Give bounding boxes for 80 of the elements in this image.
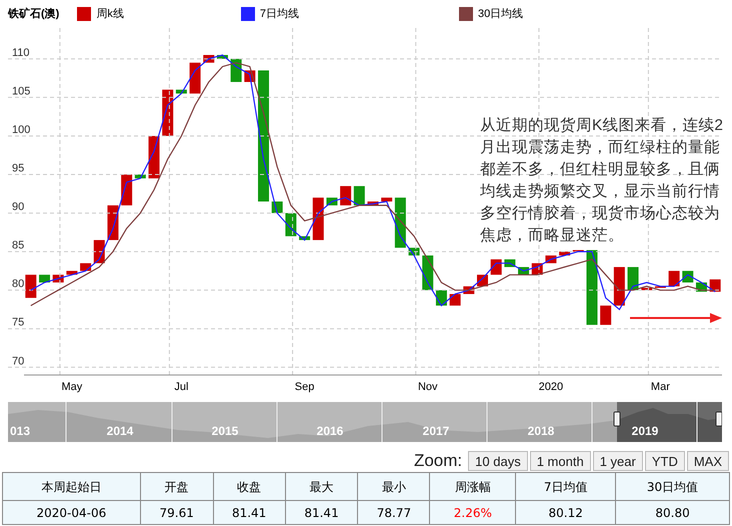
x-axis-label: Nov — [418, 381, 438, 393]
table-cell: 80.12 — [516, 500, 616, 524]
candlestick — [190, 62, 201, 94]
candlestick — [394, 198, 406, 248]
y-axis-label: 110 — [12, 46, 30, 59]
column-header: 7日均值 — [516, 472, 616, 500]
y-axis-label: 105 — [12, 85, 30, 98]
x-axis-label: 2020 — [538, 381, 564, 393]
zoom-button[interactable]: 10 days — [468, 451, 528, 471]
candlestick — [66, 270, 78, 275]
candlestick — [450, 294, 461, 306]
y-axis-label: 70 — [12, 355, 24, 368]
x-axis-label: May — [62, 381, 82, 393]
range-navigator[interactable]: 013 2014 2015 2016 2017 2018 2019 — [8, 402, 722, 442]
column-header: 本周起始日 — [2, 472, 140, 500]
y-axis-label: 85 — [12, 240, 24, 252]
table-cell: 78.77 — [358, 500, 430, 524]
table-cell: 79.61 — [140, 500, 214, 524]
candlestick — [381, 198, 392, 202]
range-handle[interactable] — [716, 412, 722, 426]
candlestick — [572, 250, 584, 252]
zoom-button[interactable]: 1 month — [530, 451, 591, 471]
candlestick — [614, 267, 625, 306]
candlestick — [354, 186, 365, 206]
y-axis-label: 80 — [12, 278, 24, 290]
candlestick — [559, 252, 570, 256]
candlestick — [668, 270, 680, 286]
legend-label[interactable]: 周k线 — [96, 6, 124, 22]
candlestick — [340, 186, 352, 206]
zoom-label: Zoom: — [414, 450, 462, 472]
chart-title: 铁矿石(澳) — [8, 6, 60, 22]
legend-swatch[interactable] — [77, 7, 92, 21]
range-handle[interactable] — [614, 412, 620, 426]
x-axis-label: Jul — [174, 381, 188, 393]
table-cell: 80.80 — [616, 500, 730, 524]
candlestick — [39, 274, 50, 282]
candlestick — [368, 202, 378, 206]
candlestick — [600, 306, 612, 325]
candlestick — [25, 274, 36, 298]
candlestick — [490, 259, 502, 275]
year-label: 2016 — [316, 424, 344, 438]
y-axis-label: 95 — [12, 162, 24, 174]
candlestick — [312, 198, 324, 240]
legend-swatch[interactable] — [458, 7, 473, 21]
legend-label[interactable]: 7日均线 — [260, 6, 299, 22]
candlestick — [216, 55, 228, 59]
year-label: 2018 — [528, 424, 554, 438]
table-cell: 2020-04-06 — [2, 500, 140, 524]
candlestick — [628, 267, 639, 290]
y-axis-label: 100 — [12, 124, 30, 136]
column-header: 最大 — [285, 472, 358, 500]
legend-swatch[interactable] — [240, 7, 255, 21]
column-header: 30日均值 — [616, 472, 730, 500]
table-cell: 2.26% — [430, 500, 516, 524]
candlestick — [422, 255, 434, 290]
annotation-text: 从近期的现货周K线图来看，连续2月出现震荡走势，而红绿柱的量能都差不多，但红柱明显较多，且俩均线走势频繁交叉，显示当前行情多空行情胶着，现货市场心态较为焦虑，而略显迷茫。 — [480, 116, 724, 246]
year-label: 2015 — [212, 424, 238, 438]
zoom-button[interactable]: 1 year — [592, 451, 643, 471]
legend-label[interactable]: 30日均线 — [478, 6, 524, 22]
zoom-button[interactable]: YTD — [644, 451, 685, 471]
x-axis-label: Mar — [650, 381, 670, 393]
table-cell: 81.41 — [285, 500, 358, 524]
candlestick — [654, 286, 666, 288]
column-header: 周涨幅 — [430, 472, 516, 500]
candlestick — [176, 90, 187, 94]
candlestick — [134, 174, 146, 178]
year-label: 2019 — [632, 424, 658, 438]
zoom-button[interactable]: MAX — [686, 451, 729, 471]
column-header: 最小 — [358, 472, 430, 500]
x-axis-label: Sep — [294, 381, 314, 393]
column-header: 收盘 — [213, 472, 286, 500]
year-label: 2014 — [106, 424, 134, 438]
candlestick — [299, 236, 310, 240]
candlestick — [641, 288, 652, 290]
y-axis-label: 75 — [12, 316, 24, 329]
column-header: 开盘 — [140, 472, 214, 500]
y-axis-label: 90 — [12, 201, 24, 214]
year-label: 013 — [10, 424, 30, 438]
table-cell: 81.41 — [213, 500, 286, 524]
year-label: 2017 — [422, 424, 450, 438]
